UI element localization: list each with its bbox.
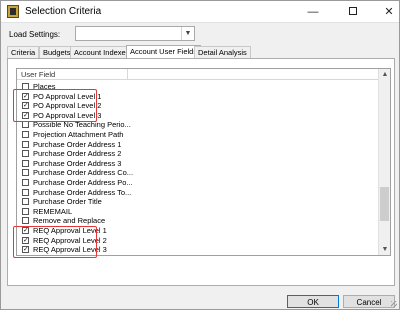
vertical-scrollbar[interactable]: ▲ ▼	[378, 69, 390, 255]
list-item[interactable]: Projection Attachment Path	[17, 130, 379, 140]
list-item[interactable]: Purchase Order Title	[17, 197, 379, 207]
list-item[interactable]: REMEMAIL	[17, 207, 379, 217]
list-item-label: REMEMAIL	[33, 206, 73, 216]
list-item-label: Places	[33, 82, 56, 91]
checkbox[interactable]	[22, 140, 29, 148]
window-title: Selection Criteria	[25, 6, 102, 17]
list-item[interactable]: ✓ REQ Approval Level 3	[17, 245, 379, 255]
cancel-button[interactable]: Cancel	[343, 295, 395, 308]
list-header: User Field	[17, 69, 379, 80]
checkbox-checked[interactable]: ✓	[22, 102, 29, 110]
list-item-label: REQ Approval Level 3	[33, 245, 107, 255]
minimize-button[interactable]: —	[301, 4, 325, 20]
load-settings-dropdown[interactable]: ▼	[75, 26, 195, 41]
list-item-label: PO Approval Level 1	[33, 91, 102, 101]
list-item[interactable]: Purchase Order Address To...	[17, 188, 379, 198]
checkbox[interactable]	[22, 159, 29, 167]
scroll-thumb[interactable]	[380, 187, 389, 221]
checkbox[interactable]	[22, 178, 29, 186]
checkbox[interactable]	[22, 217, 29, 225]
ok-button[interactable]: OK	[287, 295, 339, 308]
resize-grip-icon[interactable]	[391, 301, 397, 307]
checkbox[interactable]	[22, 207, 29, 215]
checkbox-checked[interactable]: ✓	[22, 246, 29, 254]
list-item-label: REQ Approval Level 2	[33, 235, 107, 245]
user-field-list: User Field Places ✓ PO Approval Level 1 ✓ PO…	[16, 68, 391, 256]
checkbox[interactable]	[22, 121, 29, 129]
list-item-label: Purchase Order Address Co...	[33, 168, 134, 178]
checkbox[interactable]	[22, 198, 29, 206]
list-rows: Places ✓ PO Approval Level 1 ✓ PO Approval L…	[17, 82, 379, 255]
checkbox-checked[interactable]: ✓	[22, 92, 29, 100]
list-item[interactable]: Purchase Order Address 2	[17, 149, 379, 159]
list-item-label: Remove and Replace	[33, 216, 106, 226]
close-button[interactable]: ✕	[377, 4, 400, 20]
tab-account-user-fields[interactable]: Account User Fields	[126, 45, 202, 59]
list-item[interactable]: Purchase Order Address Po...	[17, 178, 379, 188]
column-header-user-field[interactable]: User Field	[21, 70, 55, 79]
checkbox[interactable]	[22, 130, 29, 138]
selection-criteria-dialog: Selection Criteria — ✕ Load Settings: ▼ …	[0, 0, 400, 310]
list-item[interactable]: ✓ PO Approval Level 1	[17, 92, 379, 102]
list-item-label: REQ Approval Level 1	[33, 225, 107, 235]
list-item[interactable]: Purchase Order Address Co...	[17, 168, 379, 178]
list-item[interactable]: Remove and Replace	[17, 216, 379, 226]
maximize-button[interactable]	[341, 4, 365, 20]
list-item-label: Purchase Order Address To...	[33, 187, 132, 197]
column-separator[interactable]	[127, 69, 128, 80]
list-item-label: Purchase Order Address 3	[33, 158, 122, 168]
list-item-label: Purchase Order Address 1	[33, 139, 122, 149]
scroll-down-icon[interactable]: ▼	[379, 244, 390, 255]
load-settings-label: Load Settings:	[9, 30, 61, 39]
list-item-label: Purchase Order Title	[33, 197, 102, 207]
scroll-up-icon[interactable]: ▲	[379, 69, 390, 80]
list-item-label: Purchase Order Address Po...	[33, 177, 133, 187]
list-item-label: Projection Attachment Path	[33, 129, 124, 139]
checkbox-checked[interactable]: ✓	[22, 236, 29, 244]
checkbox[interactable]	[22, 150, 29, 158]
app-icon	[7, 5, 19, 18]
chevron-down-icon[interactable]: ▼	[181, 27, 194, 40]
maximize-icon	[349, 7, 357, 15]
checkbox-checked[interactable]: ✓	[22, 226, 29, 234]
list-item-label: Purchase Order Address 2	[33, 149, 122, 159]
list-item[interactable]: ✓ REQ Approval Level 1	[17, 226, 379, 236]
list-item[interactable]: Purchase Order Address 1	[17, 140, 379, 150]
list-item[interactable]: ✓ REQ Approval Level 2	[17, 236, 379, 246]
list-item[interactable]: Possible No Teaching Perio...	[17, 120, 379, 130]
list-item[interactable]: Places	[17, 82, 379, 92]
list-item[interactable]: Purchase Order Address 3	[17, 159, 379, 169]
checkbox[interactable]	[22, 188, 29, 196]
tab-panel: User Field Places ✓ PO Approval Level 1 ✓ PO…	[7, 58, 395, 286]
checkbox-checked[interactable]: ✓	[22, 111, 29, 119]
checkbox[interactable]	[22, 169, 29, 177]
list-item[interactable]: ✓ PO Approval Level 3	[17, 111, 379, 121]
title-bar: Selection Criteria — ✕	[1, 1, 399, 23]
list-item-label: PO Approval Level 3	[33, 110, 102, 120]
list-item[interactable]: ✓ PO Approval Level 2	[17, 101, 379, 111]
checkbox[interactable]	[22, 83, 29, 90]
list-item-label: Possible No Teaching Perio...	[33, 120, 131, 130]
list-item-label: PO Approval Level 2	[33, 101, 102, 111]
